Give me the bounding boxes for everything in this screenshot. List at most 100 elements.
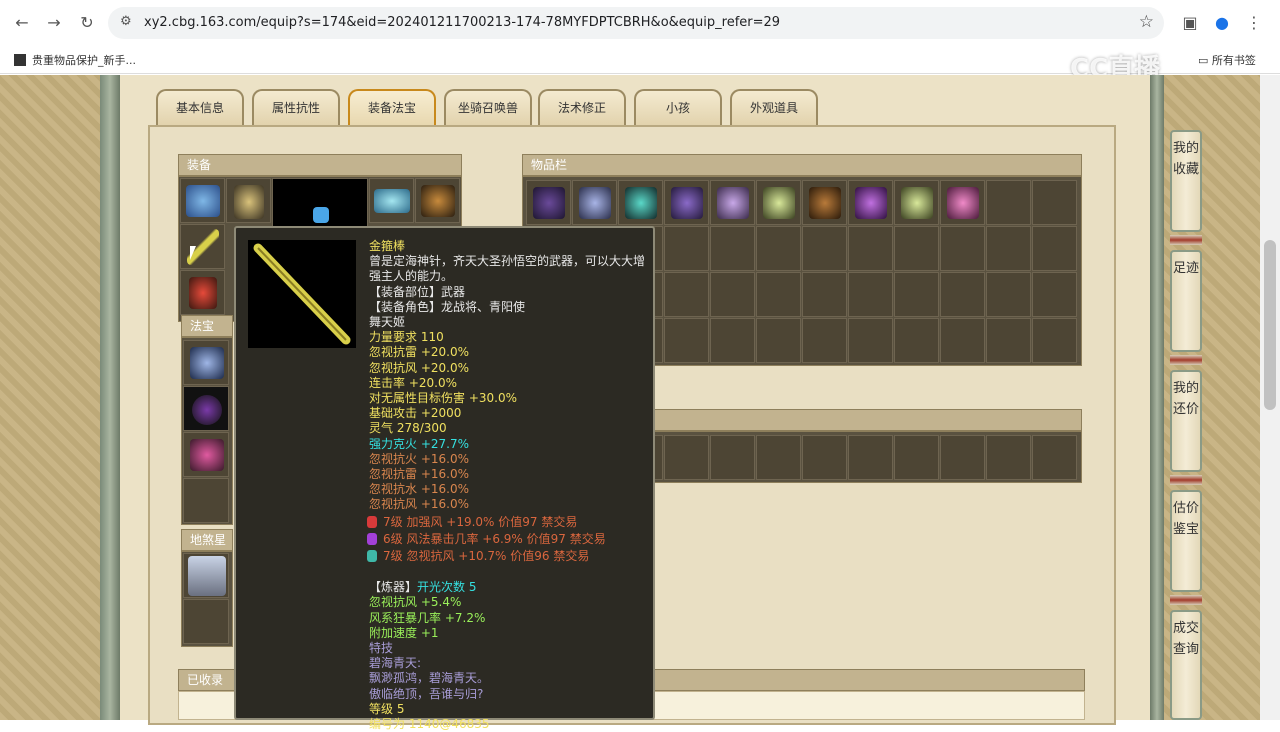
inventory-slot[interactable] [848, 272, 893, 317]
inventory-slot[interactable] [848, 226, 893, 271]
inventory-slot[interactable] [618, 180, 663, 225]
fabao-slot[interactable] [183, 340, 229, 385]
inventory-slot[interactable] [710, 226, 755, 271]
forward-button[interactable]: → [44, 13, 64, 33]
inventory-slot[interactable] [848, 318, 893, 363]
equip-slot[interactable] [180, 178, 225, 223]
tab-mounts-pets[interactable]: 坐骑召唤兽 [444, 89, 532, 125]
menu-kebab-icon[interactable]: ⋮ [1244, 13, 1264, 33]
inventory-slot[interactable] [986, 180, 1031, 225]
storage-slot[interactable] [710, 435, 755, 480]
purple-gem-icon [367, 532, 377, 545]
inventory-slot[interactable] [710, 318, 755, 363]
storage-slot[interactable] [986, 435, 1031, 480]
inventory-slot[interactable] [894, 226, 939, 271]
bookmark-star-icon[interactable]: ☆ [1139, 12, 1154, 32]
inventory-slot[interactable] [986, 318, 1031, 363]
forward-arrow-icon: → [47, 13, 61, 32]
page-scrollbar[interactable] [1260, 75, 1280, 720]
inventory-slot[interactable] [756, 180, 801, 225]
inventory-slot[interactable] [848, 180, 893, 225]
inventory-slot[interactable] [664, 318, 709, 363]
side-tab-favorites[interactable]: 我的收藏 [1170, 130, 1202, 232]
scrollbar-thumb[interactable] [1264, 240, 1276, 410]
side-tab-label: 估价鉴宝 [1172, 501, 1199, 537]
item-requirement: 力量要求 110 [369, 330, 444, 345]
address-bar[interactable]: ⚙ xy2.cbg.163.com/equip?s=174&eid=202401… [108, 7, 1164, 39]
inventory-slot[interactable] [1032, 272, 1077, 317]
storage-slot[interactable] [756, 435, 801, 480]
left-frame [100, 75, 120, 720]
inventory-slot[interactable] [664, 180, 709, 225]
inventory-slot[interactable] [894, 272, 939, 317]
inventory-slot[interactable] [572, 180, 617, 225]
equip-slot[interactable] [369, 178, 414, 223]
refine-header: 【炼器】开光次数 5 [369, 580, 653, 595]
tab-basic-info[interactable]: 基本信息 [156, 89, 244, 125]
inventory-slot[interactable] [940, 272, 985, 317]
inventory-slot[interactable] [986, 272, 1031, 317]
tab-appearance[interactable]: 外观道具 [730, 89, 818, 125]
browser-toolbar: ← → ↻ ⚙ xy2.cbg.163.com/equip?s=174&eid=… [0, 0, 1280, 46]
storage-slot[interactable] [1032, 435, 1077, 480]
skill-name: 碧海青天: [369, 656, 422, 671]
storage-slot[interactable] [848, 435, 893, 480]
inventory-slot[interactable] [1032, 318, 1077, 363]
inventory-slot[interactable] [802, 226, 847, 271]
site-settings-icon[interactable]: ⚙ [120, 14, 132, 29]
inventory-slot[interactable] [802, 318, 847, 363]
inventory-slot[interactable] [802, 180, 847, 225]
belt-icon [809, 187, 841, 219]
tab-child[interactable]: 小孩 [634, 89, 722, 125]
mouse-cursor [190, 246, 196, 260]
back-button[interactable]: ← [12, 13, 32, 33]
inventory-slot[interactable] [894, 180, 939, 225]
storage-slot[interactable] [802, 435, 847, 480]
inventory-slot[interactable] [802, 272, 847, 317]
bookmark-item[interactable]: 贵重物品保护_新手... [14, 52, 136, 68]
url-text[interactable]: xy2.cbg.163.com/equip?s=174&eid=20240121… [144, 15, 780, 30]
disha-slot[interactable] [183, 553, 229, 598]
inventory-slot[interactable] [940, 226, 985, 271]
inventory-slot[interactable] [1032, 226, 1077, 271]
storage-slot[interactable] [940, 435, 985, 480]
inventory-slot[interactable] [756, 318, 801, 363]
storage-slot[interactable] [894, 435, 939, 480]
inventory-slot[interactable] [940, 318, 985, 363]
inventory-slot[interactable] [986, 226, 1031, 271]
gem-text: 7级 加强风 +19.0% 价值97 禁交易 [383, 514, 578, 529]
side-tab-my-offers[interactable]: 我的还价 [1170, 370, 1202, 472]
disha-title: 地煞星 [181, 529, 233, 551]
inventory-slot[interactable] [526, 180, 571, 225]
reload-button[interactable]: ↻ [77, 13, 97, 33]
side-tab-appraisal[interactable]: 估价鉴宝 [1170, 490, 1202, 592]
inventory-slot[interactable] [940, 180, 985, 225]
inventory-slot[interactable] [664, 226, 709, 271]
fabao-slot[interactable] [183, 386, 229, 431]
tab-attributes[interactable]: 属性抗性 [252, 89, 340, 125]
side-tab-divider [1170, 355, 1202, 365]
storage-slot[interactable] [664, 435, 709, 480]
inventory-slot[interactable] [710, 180, 755, 225]
inventory-slot[interactable] [756, 272, 801, 317]
tab-equipment[interactable]: 装备法宝 [348, 89, 436, 125]
inventory-slot[interactable] [756, 226, 801, 271]
fabao-slot-empty[interactable] [183, 478, 229, 523]
sidebar-toggle-icon[interactable]: ▣ [1180, 13, 1200, 33]
equip-slot-weapon[interactable] [180, 224, 225, 269]
inventory-slot[interactable] [1032, 180, 1077, 225]
equip-slot[interactable] [226, 178, 271, 223]
side-tab-deals[interactable]: 成交查询 [1170, 610, 1202, 720]
inventory-slot[interactable] [894, 318, 939, 363]
inventory-slot[interactable] [664, 272, 709, 317]
stat-line-special: 强力克火 +27.7% [369, 436, 469, 451]
disha-slot-empty[interactable] [183, 599, 229, 644]
fabao-slot[interactable] [183, 432, 229, 477]
equip-slot[interactable] [415, 178, 460, 223]
tab-spell-fix[interactable]: 法术修正 [538, 89, 626, 125]
equip-slot[interactable] [180, 270, 225, 315]
side-tab-footprints[interactable]: 足迹 [1170, 250, 1202, 352]
profile-icon[interactable]: ● [1212, 13, 1232, 33]
tab-label: 法术修正 [557, 101, 606, 115]
inventory-slot[interactable] [710, 272, 755, 317]
